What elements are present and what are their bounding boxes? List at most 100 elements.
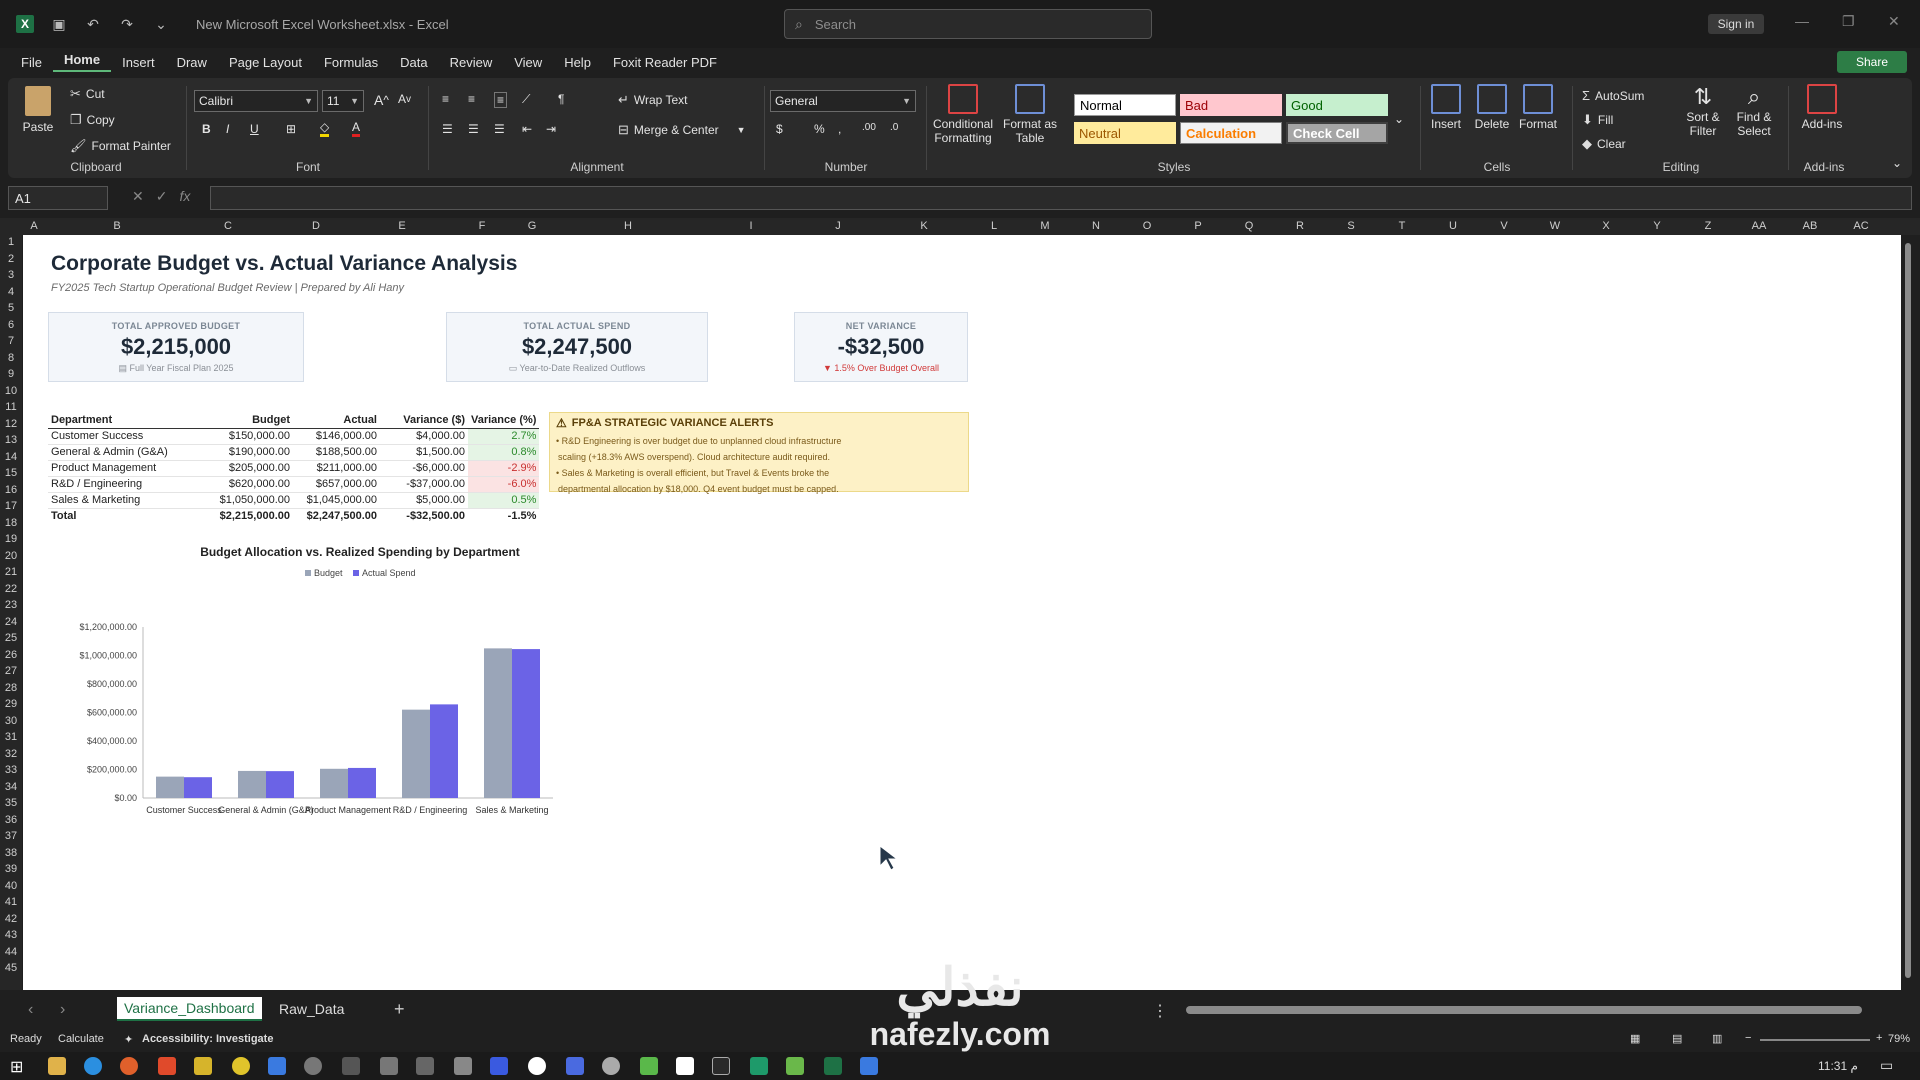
column-header-l[interactable]: L: [991, 220, 997, 232]
column-header-f[interactable]: F: [479, 220, 486, 232]
row-header-36[interactable]: 36: [0, 814, 22, 826]
column-header-j[interactable]: J: [835, 220, 841, 232]
app-icon[interactable]: [640, 1057, 658, 1075]
enter-icon[interactable]: ✓: [156, 188, 168, 205]
row-header-4[interactable]: 4: [0, 286, 22, 298]
app-icon[interactable]: [490, 1057, 508, 1075]
accounting-format-icon[interactable]: $: [776, 122, 783, 136]
table-cell[interactable]: 0.5%: [468, 492, 540, 509]
style-bad[interactable]: Bad: [1180, 94, 1282, 116]
app-icon[interactable]: [712, 1057, 730, 1075]
row-header-39[interactable]: 39: [0, 863, 22, 875]
notification-icon[interactable]: ▭: [1880, 1057, 1893, 1074]
next-sheet-icon[interactable]: ›: [60, 1001, 65, 1019]
row-header-30[interactable]: 30: [0, 715, 22, 727]
restore-icon[interactable]: ❐: [1842, 13, 1855, 30]
decrease-indent-icon[interactable]: ⇤: [522, 122, 532, 136]
close-icon[interactable]: ✕: [1888, 13, 1900, 30]
row-header-45[interactable]: 45: [0, 962, 22, 974]
insert-cells-button[interactable]: Insert: [1424, 84, 1468, 131]
brave-icon[interactable]: [158, 1057, 176, 1075]
sign-in-button[interactable]: Sign in: [1708, 14, 1764, 34]
prev-sheet-icon[interactable]: ‹: [28, 1001, 33, 1019]
column-header-w[interactable]: W: [1550, 220, 1560, 232]
page-break-view-icon[interactable]: ▥: [1712, 1032, 1722, 1045]
paste-button[interactable]: Paste: [18, 86, 58, 134]
column-header-t[interactable]: T: [1399, 220, 1406, 232]
row-header-7[interactable]: 7: [0, 335, 22, 347]
format-cells-button[interactable]: Format: [1516, 84, 1560, 131]
row-header-26[interactable]: 26: [0, 649, 22, 661]
column-header-u[interactable]: U: [1449, 220, 1457, 232]
tab-home[interactable]: Home: [52, 52, 112, 72]
table-cell[interactable]: $146,000.00: [293, 428, 380, 445]
increase-decimal-icon[interactable]: .00: [862, 122, 876, 133]
app-icon[interactable]: [750, 1057, 768, 1075]
row-header-5[interactable]: 5: [0, 302, 22, 314]
row-header-6[interactable]: 6: [0, 319, 22, 331]
align-bottom-icon[interactable]: ≡: [494, 92, 508, 108]
table-cell[interactable]: R&D / Engineering: [48, 476, 203, 493]
fill-color-icon[interactable]: ◇: [320, 120, 330, 137]
column-header-z[interactable]: Z: [1705, 220, 1712, 232]
budget-vs-actual-chart[interactable]: Budget Allocation vs. Realized Spending …: [33, 540, 653, 990]
cut-button[interactable]: ✂ Cut: [70, 86, 105, 102]
excel-taskbar-icon[interactable]: [824, 1057, 842, 1075]
column-header-b[interactable]: B: [113, 220, 120, 232]
save-icon[interactable]: ▣: [50, 15, 68, 33]
edge-icon[interactable]: [84, 1057, 102, 1075]
format-as-table-button[interactable]: Format as Table: [1000, 84, 1060, 145]
tab-data[interactable]: Data: [389, 55, 438, 70]
row-header-8[interactable]: 8: [0, 352, 22, 364]
table-cell[interactable]: $211,000.00: [293, 460, 380, 477]
format-painter-button[interactable]: 🖌 Format Painter: [70, 138, 171, 154]
vertical-scrollbar[interactable]: [1902, 235, 1916, 995]
minimize-icon[interactable]: —: [1795, 13, 1809, 29]
zoom-slider[interactable]: [1760, 1039, 1870, 1041]
align-top-icon[interactable]: ≡: [442, 92, 449, 106]
row-header-13[interactable]: 13: [0, 434, 22, 446]
table-cell[interactable]: -$6,000.00: [380, 460, 468, 477]
row-header-18[interactable]: 18: [0, 517, 22, 529]
orientation-icon[interactable]: ⟋: [522, 92, 530, 107]
row-header-12[interactable]: 12: [0, 418, 22, 430]
firefox-icon[interactable]: [120, 1057, 138, 1075]
name-box[interactable]: A1: [8, 186, 108, 210]
text-direction-icon[interactable]: ¶: [558, 92, 564, 106]
row-header-23[interactable]: 23: [0, 599, 22, 611]
table-cell[interactable]: -1.5%: [468, 507, 540, 524]
app-icon[interactable]: [566, 1057, 584, 1075]
style-good[interactable]: Good: [1286, 94, 1388, 116]
calculate-button[interactable]: Calculate: [58, 1033, 104, 1045]
table-cell[interactable]: $1,500.00: [380, 444, 468, 461]
table-cell[interactable]: Product Management: [48, 460, 203, 477]
zoom-level[interactable]: 79%: [1888, 1033, 1910, 1045]
clear-button[interactable]: ◆ Clear: [1582, 136, 1626, 152]
column-header-k[interactable]: K: [920, 220, 927, 232]
column-header-g[interactable]: G: [528, 220, 537, 232]
insert-function-icon[interactable]: fx: [179, 188, 190, 205]
options-icon[interactable]: ⋮: [1152, 1001, 1168, 1021]
style-calculation[interactable]: Calculation: [1180, 122, 1282, 144]
clock[interactable]: 11:31 م: [1818, 1059, 1858, 1073]
tab-insert[interactable]: Insert: [111, 55, 166, 70]
decrease-decimal-icon[interactable]: .0: [890, 122, 898, 133]
table-cell[interactable]: -$37,000.00: [380, 476, 468, 493]
column-header-m[interactable]: M: [1040, 220, 1049, 232]
file-explorer-icon[interactable]: [48, 1057, 66, 1075]
row-header-9[interactable]: 9: [0, 368, 22, 380]
column-header-r[interactable]: R: [1296, 220, 1304, 232]
shrink-font-icon[interactable]: Av: [398, 92, 411, 106]
row-header-16[interactable]: 16: [0, 484, 22, 496]
bold-icon[interactable]: B: [202, 122, 211, 136]
app-icon[interactable]: [380, 1057, 398, 1075]
row-header-15[interactable]: 15: [0, 467, 22, 479]
align-left-icon[interactable]: ☰: [442, 122, 453, 136]
addins-button[interactable]: Add-ins: [1792, 84, 1852, 131]
app-icon[interactable]: [860, 1057, 878, 1075]
row-header-1[interactable]: 1: [0, 236, 22, 248]
table-cell[interactable]: $620,000.00: [203, 476, 293, 493]
row-header-14[interactable]: 14: [0, 451, 22, 463]
table-cell[interactable]: $4,000.00: [380, 428, 468, 445]
app-icon[interactable]: [602, 1057, 620, 1075]
